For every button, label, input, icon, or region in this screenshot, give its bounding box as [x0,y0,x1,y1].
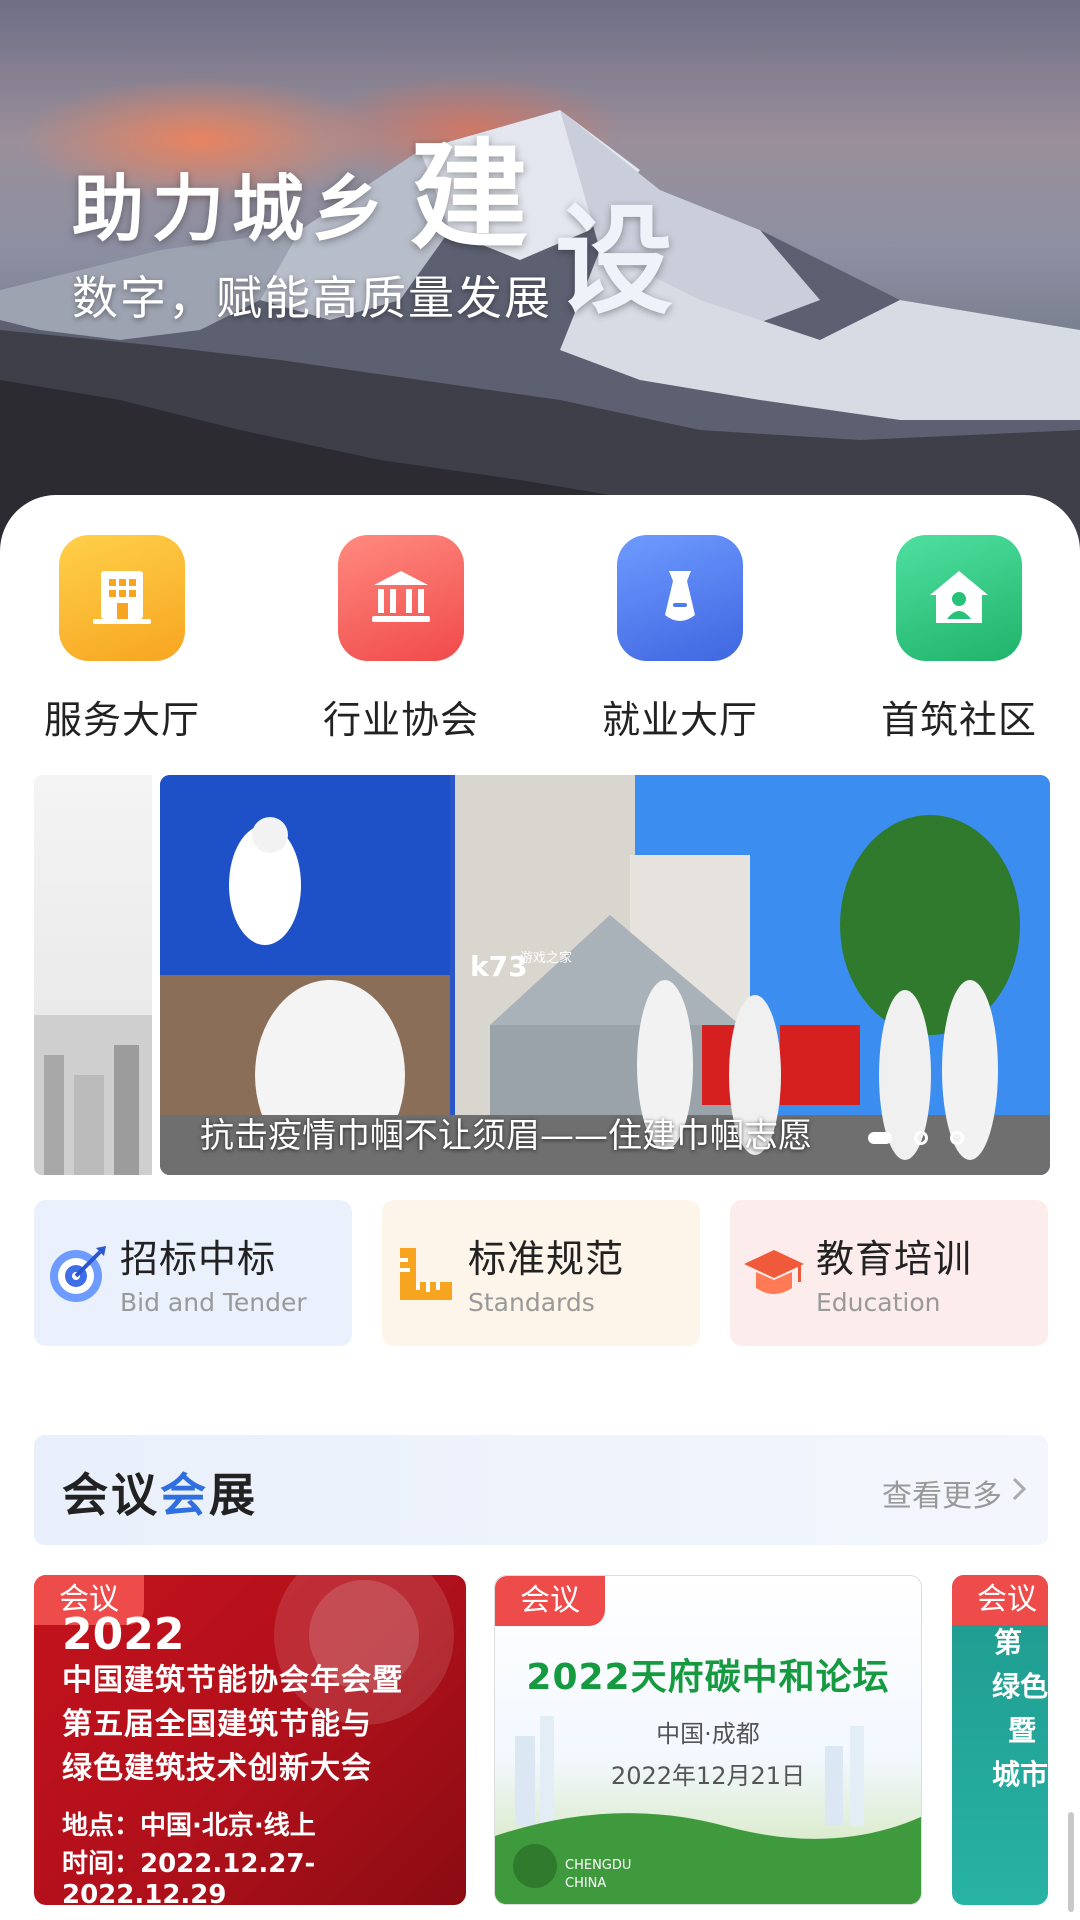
feature-bid-tender[interactable]: 招标中标 Bid and Tender [34,1200,352,1346]
meeting-card[interactable]: 会议 2022 中国建筑节能协会年会暨 第五届全国建筑节能与 绿色建筑技术创新大… [34,1575,466,1905]
feature-education[interactable]: 教育培训 Education [730,1200,1048,1346]
meeting-place: 地点：中国·北京·线上 [62,1811,316,1841]
ruler-icon [400,1248,452,1300]
hero-title-part3: 设 [555,191,674,330]
meeting-title-line: 第 [994,1626,1023,1659]
watermark-subtitle: 游戏之家 [520,951,573,966]
section-title-part1: 会议 [62,1468,160,1522]
meeting-title-line: 中国建筑节能协会年会暨 [62,1663,403,1698]
quick-nav-label: 行业协会 [322,698,479,742]
feature-subtitle: Bid and Tender [120,1288,307,1317]
meeting-badge: 会议 [952,1575,1048,1625]
quick-nav-community[interactable]: 首筑社区 [849,535,1069,744]
meeting-location: 中国·成都 [656,1720,760,1748]
meeting-time: 时间：2022.12.27-2022.12.29 [62,1849,316,1905]
hero-banner: 助力城乡 建 设 数字，赋能高质量发展 [0,0,1080,560]
see-more-link[interactable]: 查看更多 [882,1471,1002,1515]
watermark: k73 [470,950,528,983]
bank-icon [338,535,464,661]
banner-caption: 抗击疫情巾帼不让须眉——住建巾帼志愿 [200,1116,812,1156]
meeting-badge: 会议 [495,1576,605,1626]
meeting-date: 2022年12月21日 [610,1762,806,1790]
home-user-icon [896,535,1022,661]
meeting-title-line: 城市 [992,1758,1048,1791]
hero-title-part1: 助力城乡 [72,166,393,251]
carousel-banner[interactable]: k73 游戏之家 抗击疫情巾帼不让须眉——住建巾帼志愿 [160,775,1050,1175]
section-title-accent: 会 [160,1468,209,1522]
feature-title: 教育培训 [816,1237,973,1281]
target-icon [50,1246,106,1302]
section-title: 会议会展 [62,1459,258,1525]
tie-icon [617,535,743,661]
building-icon [59,535,185,661]
feature-standards[interactable]: 标准规范 Standards [382,1200,700,1346]
meeting-title-line: 暨 [1008,1714,1037,1747]
carousel-dots [868,1131,964,1145]
meeting-logo-text: CHINA [565,1876,607,1891]
main-content-card: 服务大厅 行业协会 就业大厅 首筑社区 k73 游戏之家 抗击疫情巾帼不让须眉—… [0,495,1080,1920]
meeting-title-line: 绿色建筑技术创新大会 [62,1751,372,1786]
quick-nav-employment-hall[interactable]: 就业大厅 [570,535,790,744]
meeting-title-line: 绿色 [992,1670,1048,1703]
feature-subtitle: Education [816,1288,941,1317]
carousel-dot[interactable] [914,1131,928,1145]
quick-nav-label: 首筑社区 [880,698,1037,742]
carousel-dot-active[interactable] [868,1132,892,1144]
section-title-part3: 展 [209,1468,258,1522]
quick-nav-label: 服务大厅 [43,698,200,742]
meeting-card-partial[interactable]: 会议 第 绿色 暨 城市 [952,1575,1048,1905]
carousel-dot[interactable] [950,1131,964,1145]
meeting-logo-text: CHENGDU [565,1858,632,1873]
hero-subtitle: 数字，赋能高质量发展 [72,271,552,325]
quick-nav-label: 就业大厅 [601,698,758,742]
meeting-title-line: 第五届全国建筑节能与 [62,1707,372,1742]
meeting-year: 2022 [62,1609,185,1660]
quick-nav-service-hall[interactable]: 服务大厅 [12,535,232,744]
quick-nav: 服务大厅 行业协会 就业大厅 首筑社区 [0,535,1080,742]
meetings-section-header: 会议会展 查看更多 [34,1435,1048,1545]
quick-nav-industry-association[interactable]: 行业协会 [291,535,511,744]
feature-title: 标准规范 [468,1237,625,1281]
meeting-title: 2022天府碳中和论坛 [526,1657,890,1698]
hero-title-part2: 建 [410,126,529,265]
graduation-cap-icon [744,1250,804,1294]
scrollbar[interactable] [1068,1812,1074,1912]
feature-title: 招标中标 [120,1237,277,1281]
meeting-card[interactable]: 会议 2022天府碳中和论坛 中国·成都 2022年12月21日 CHENGDU… [494,1575,922,1905]
carousel-previous-slide[interactable] [34,775,152,1175]
chevron-right-icon[interactable] [1010,1475,1030,1503]
feature-subtitle: Standards [468,1288,595,1317]
